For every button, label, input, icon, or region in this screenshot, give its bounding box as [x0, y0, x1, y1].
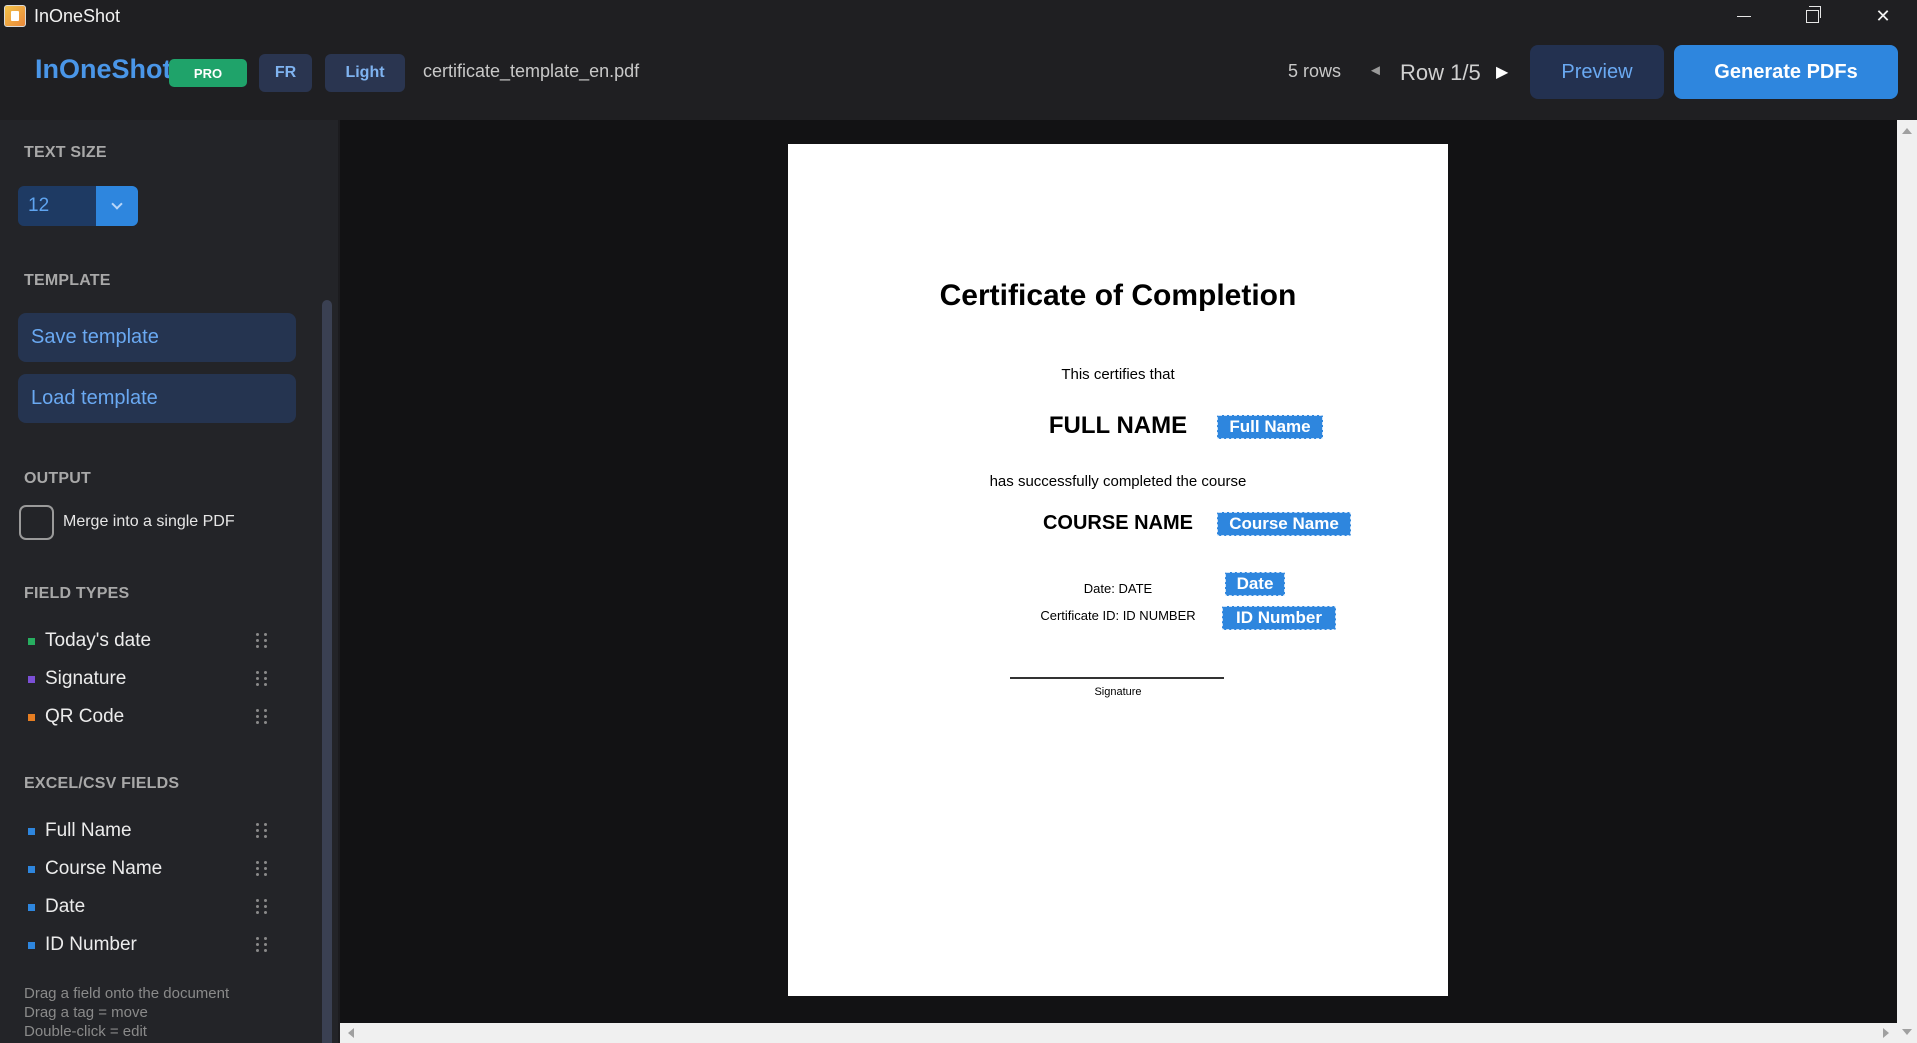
- drag-handle-icon[interactable]: [256, 633, 268, 649]
- language-button[interactable]: FR: [259, 54, 312, 92]
- field-item-label: Full Name: [45, 820, 132, 841]
- restore-button[interactable]: [1778, 0, 1846, 32]
- vertical-scrollbar[interactable]: [1897, 120, 1917, 1043]
- course-name-field-tag[interactable]: Course Name: [1217, 512, 1351, 536]
- excel-fields-heading: EXCEL/CSV FIELDS: [24, 775, 180, 792]
- text-size-dropdown-button[interactable]: [96, 186, 138, 226]
- field-item-label: ID Number: [45, 934, 137, 955]
- theme-button[interactable]: Light: [325, 54, 405, 92]
- merge-pdf-label[interactable]: Merge into a single PDF: [63, 513, 235, 531]
- drag-handle-icon[interactable]: [256, 899, 268, 915]
- doc-certifies-text: This certifies that: [1061, 366, 1175, 383]
- field-item-label: Today's date: [45, 630, 152, 651]
- field-color-dot: [28, 941, 35, 949]
- field-item-label: QR Code: [45, 706, 125, 727]
- document-page[interactable]: Certificate of Completion This certifies…: [788, 144, 1448, 996]
- window-title: InOneShot: [34, 6, 121, 26]
- save-template-button[interactable]: Save template: [18, 313, 296, 362]
- drag-handle-icon[interactable]: [256, 823, 268, 839]
- rows-count: 5 rows: [1288, 61, 1342, 81]
- close-icon: ✕: [1875, 5, 1891, 26]
- field-color-dot: [28, 675, 35, 683]
- template-filename: certificate_template_en.pdf: [423, 61, 640, 81]
- drag-handle-icon[interactable]: [256, 861, 268, 877]
- field-types-heading: FIELD TYPES: [24, 585, 130, 602]
- close-button[interactable]: ✕: [1849, 0, 1917, 32]
- minimize-button[interactable]: [1710, 0, 1778, 32]
- app-icon: [4, 5, 26, 27]
- prev-row-icon[interactable]: ◄: [1368, 62, 1383, 79]
- drag-handle-icon[interactable]: [256, 709, 268, 725]
- draggable-field-item[interactable]: Course Name: [28, 855, 288, 883]
- doc-completed-text: has successfully completed the course: [989, 473, 1247, 490]
- help-text-line: Double-click = edit: [24, 1023, 147, 1040]
- scroll-left-icon[interactable]: [348, 1028, 354, 1038]
- sidebar-scrollbar[interactable]: [322, 300, 332, 1043]
- scroll-down-icon[interactable]: [1902, 1029, 1912, 1035]
- help-text-line: Drag a tag = move: [24, 1004, 148, 1021]
- doc-date-line: Date: DATE: [1083, 581, 1153, 596]
- full-name-field-tag[interactable]: Full Name: [1217, 415, 1323, 439]
- draggable-field-item[interactable]: QR Code: [28, 703, 288, 731]
- doc-title: Certificate of Completion: [939, 279, 1297, 312]
- draggable-field-item[interactable]: Signature: [28, 665, 288, 693]
- row-indicator: Row 1/5: [1400, 60, 1481, 85]
- field-color-dot: [28, 903, 35, 911]
- draggable-field-item[interactable]: Today's date: [28, 627, 288, 655]
- signature-line: [1010, 677, 1224, 679]
- sidebar: TEXT SIZE 12 TEMPLATE Save template Load…: [0, 120, 338, 1043]
- minimize-icon: [1737, 15, 1751, 17]
- field-item-label: Signature: [45, 668, 127, 689]
- field-item-label: Course Name: [45, 858, 163, 879]
- draggable-field-item[interactable]: ID Number: [28, 931, 288, 959]
- text-size-select[interactable]: 12: [18, 186, 138, 226]
- draggable-field-item[interactable]: Date: [28, 893, 288, 921]
- field-item-label: Date: [45, 896, 86, 917]
- date-field-tag[interactable]: Date: [1225, 572, 1285, 596]
- app-header: InOneShot PRO FR Light certificate_templ…: [0, 32, 1917, 120]
- output-heading: OUTPUT: [24, 470, 91, 487]
- pro-badge: PRO: [169, 59, 247, 87]
- preview-button[interactable]: Preview: [1530, 45, 1664, 99]
- doc-full-name-text: FULL NAME: [1048, 412, 1188, 439]
- next-row-icon[interactable]: ▶: [1496, 62, 1508, 82]
- doc-signature-label: Signature: [1094, 686, 1142, 698]
- load-template-button[interactable]: Load template: [18, 374, 296, 423]
- brand-logo: InOneShot: [35, 54, 172, 84]
- generate-pdfs-button[interactable]: Generate PDFs: [1674, 45, 1898, 99]
- field-color-dot: [28, 865, 35, 873]
- document-preview-area[interactable]: Certificate of Completion This certifies…: [340, 120, 1897, 1023]
- text-size-value: 12: [28, 195, 50, 216]
- field-color-dot: [28, 637, 35, 645]
- restore-icon: [1805, 5, 1821, 23]
- chevron-down-icon: [111, 198, 123, 210]
- window-titlebar: InOneShot ✕: [0, 0, 1917, 32]
- id-number-field-tag[interactable]: ID Number: [1222, 606, 1336, 630]
- template-heading: TEMPLATE: [24, 272, 111, 289]
- drag-handle-icon[interactable]: [256, 671, 268, 687]
- scroll-up-icon[interactable]: [1902, 128, 1912, 134]
- field-color-dot: [28, 713, 35, 721]
- field-color-dot: [28, 827, 35, 835]
- scroll-right-icon[interactable]: [1883, 1028, 1889, 1038]
- text-size-heading: TEXT SIZE: [24, 144, 107, 161]
- doc-id-line: Certificate ID: ID NUMBER: [1040, 608, 1196, 623]
- drag-handle-icon[interactable]: [256, 937, 268, 953]
- help-text-line: Drag a field onto the document: [24, 985, 230, 1002]
- draggable-field-item[interactable]: Full Name: [28, 817, 288, 845]
- merge-pdf-checkbox[interactable]: [19, 505, 54, 540]
- horizontal-scrollbar[interactable]: [340, 1023, 1897, 1043]
